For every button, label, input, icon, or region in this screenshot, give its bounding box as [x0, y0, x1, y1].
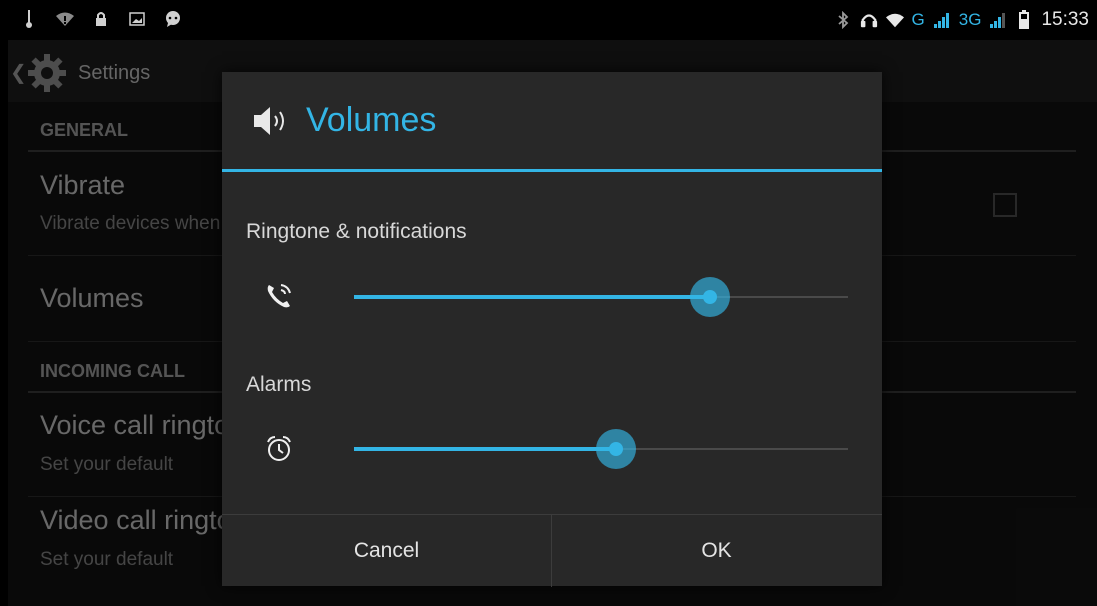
chat-icon — [164, 10, 182, 28]
dialog-button-bar: Cancel OK — [222, 514, 882, 587]
cancel-button[interactable]: Cancel — [222, 515, 551, 587]
phone-ring-icon — [264, 281, 294, 311]
clock: 15:33 — [1041, 9, 1089, 30]
alarm-icon — [264, 434, 294, 464]
headset-icon — [860, 11, 878, 29]
usb-icon — [20, 10, 38, 28]
network-type-3g: 3G — [958, 10, 982, 29]
bluetooth-icon — [834, 11, 852, 29]
image-icon — [128, 10, 146, 28]
dialog-title: Volumes — [306, 101, 437, 139]
volumes-dialog: Volumes Ringtone & notifications Alarms — [222, 72, 882, 587]
slider-thumb[interactable] — [702, 290, 717, 304]
ringtone-volume-slider[interactable] — [354, 277, 848, 317]
dialog-title-rule — [222, 169, 882, 172]
dialog-header: Volumes — [222, 72, 882, 170]
signal-icon-2 — [989, 11, 1007, 29]
alarm-volume-slider[interactable] — [354, 429, 848, 469]
lock-icon — [92, 10, 110, 28]
battery-icon — [1015, 10, 1033, 29]
ringtone-label: Ringtone & notifications — [246, 220, 467, 243]
slider-fill — [354, 447, 616, 451]
wifi-alert-icon — [56, 10, 74, 28]
alarms-label: Alarms — [246, 373, 312, 396]
signal-icon — [933, 11, 951, 29]
speaker-icon — [252, 104, 292, 138]
status-bar: G 3G 15:33 — [0, 0, 1097, 40]
slider-thumb[interactable] — [608, 442, 623, 456]
network-type-g: G — [911, 10, 925, 29]
ok-button[interactable]: OK — [552, 515, 881, 587]
wifi-icon — [885, 11, 904, 29]
slider-fill — [354, 295, 710, 299]
